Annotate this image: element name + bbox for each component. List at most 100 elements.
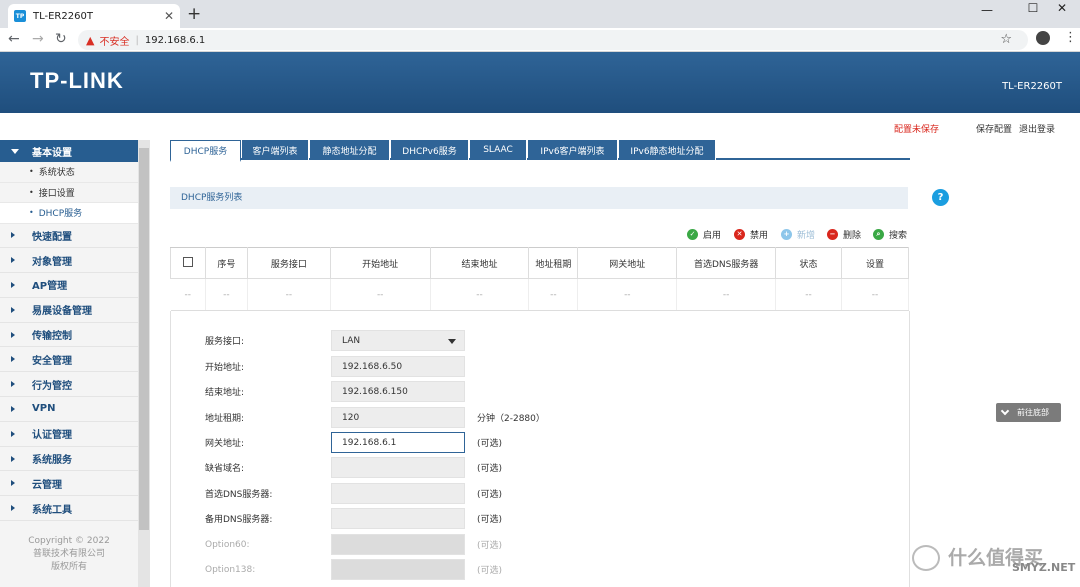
delete-label: 删除 bbox=[843, 230, 862, 241]
caret-right-icon bbox=[11, 430, 15, 437]
close-window-icon[interactable]: ✕ bbox=[1044, 2, 1080, 16]
back-icon[interactable]: ← bbox=[8, 31, 20, 47]
sidebar-item-device-mgmt[interactable]: 易展设备管理 bbox=[0, 298, 138, 323]
jump-to-bottom-button[interactable]: 前往底部 bbox=[996, 403, 1061, 422]
interface-select[interactable]: LAN bbox=[331, 330, 465, 351]
omnibox[interactable]: ▲ 不安全 | 192.168.6.1 ☆ bbox=[78, 30, 1028, 50]
domain-label: 缺省域名: bbox=[205, 464, 245, 474]
table-cell: -- bbox=[430, 278, 530, 311]
sidebar-item-behavior[interactable]: 行为管控 bbox=[0, 372, 138, 398]
sidebar-item-label: 行为管控 bbox=[32, 380, 72, 392]
url-text[interactable]: 192.168.6.1 bbox=[145, 35, 205, 46]
caret-right-icon bbox=[11, 405, 15, 412]
tab-ipv6-static-assign[interactable]: IPv6静态地址分配 bbox=[619, 140, 716, 160]
sidebar-subitem-dhcp[interactable]: • DHCP服务 bbox=[0, 203, 138, 224]
sidebar-item-quick-config[interactable]: 快速配置 bbox=[0, 224, 138, 249]
jump-label: 前往底部 bbox=[1017, 408, 1049, 417]
tab-close-icon[interactable]: ✕ bbox=[164, 9, 174, 23]
domain-input[interactable] bbox=[331, 457, 465, 478]
lease-input[interactable]: 120 bbox=[331, 407, 465, 428]
sidebar-item-label: 认证管理 bbox=[32, 430, 72, 442]
forward-icon[interactable]: → bbox=[32, 31, 44, 47]
disable-label: 禁用 bbox=[750, 230, 769, 241]
sidebar-item-auth[interactable]: 认证管理 bbox=[0, 422, 138, 447]
sidebar-subitem-interface[interactable]: • 接口设置 bbox=[0, 183, 138, 203]
sidebar-subitem-system-status[interactable]: • 系统状态 bbox=[0, 162, 138, 183]
gateway-hint: (可选) bbox=[477, 439, 503, 449]
unsaved-config-link[interactable]: 配置未保存 bbox=[894, 122, 939, 135]
option138-label: Option138: bbox=[205, 564, 256, 575]
dns2-input[interactable] bbox=[331, 508, 465, 529]
account-icon[interactable] bbox=[1036, 31, 1050, 45]
dns1-label: 首选DNS服务器: bbox=[205, 490, 273, 500]
select-all-checkbox[interactable] bbox=[182, 256, 193, 267]
sidebar-item-ap[interactable]: AP管理 bbox=[0, 273, 138, 298]
form-row-lease: 地址租期: 120 分钟（2-2880） bbox=[205, 407, 545, 428]
sidebar-group-basic-settings[interactable]: 基本设置 bbox=[0, 140, 138, 162]
tplink-logo: TP-LINK bbox=[30, 68, 124, 93]
dns2-label: 备用DNS服务器: bbox=[205, 515, 273, 525]
copyright-line: 版权所有 bbox=[50, 562, 87, 572]
sidebar-item-cloud[interactable]: 云管理 bbox=[0, 471, 138, 497]
minus-icon: − bbox=[827, 228, 838, 240]
sidebar-item-vpn[interactable]: VPN bbox=[0, 397, 138, 422]
gateway-input[interactable]: 192.168.6.1 bbox=[331, 432, 465, 453]
minimize-icon[interactable]: — bbox=[969, 4, 1005, 18]
x-icon: ✕ bbox=[734, 228, 745, 240]
dns1-input[interactable] bbox=[331, 483, 465, 504]
table-cell: -- bbox=[676, 278, 777, 311]
sidebar-item-label: 对象管理 bbox=[32, 256, 72, 268]
caret-right-icon bbox=[11, 455, 15, 462]
logout-link[interactable]: 退出登录 bbox=[1019, 122, 1055, 135]
sidebar-item-objects[interactable]: 对象管理 bbox=[0, 248, 138, 274]
tab-static-assign[interactable]: 静态地址分配 bbox=[310, 140, 390, 160]
sidebar-item-transfer[interactable]: 传输控制 bbox=[0, 323, 138, 348]
copyright-line: Copyright © 2022 bbox=[28, 536, 110, 546]
search-button[interactable]: ⌕ 搜索 bbox=[873, 228, 907, 241]
tab-slaac[interactable]: SLAAC bbox=[470, 140, 527, 160]
copyright-line: 普联技术有限公司 bbox=[32, 549, 105, 559]
new-tab-icon[interactable]: + bbox=[187, 4, 201, 24]
sidebar-subitem-label: 接口设置 bbox=[38, 188, 75, 199]
router-header: TP-LINK TL-ER2260T bbox=[0, 52, 1080, 113]
sidebar-scroll-thumb[interactable] bbox=[139, 148, 149, 530]
menu-icon[interactable]: ⋮ bbox=[1064, 30, 1077, 45]
end-address-input[interactable]: 192.168.6.150 bbox=[331, 381, 465, 402]
reload-icon[interactable]: ↻ bbox=[55, 31, 67, 47]
option60-label: Option60: bbox=[205, 539, 250, 550]
start-address-input[interactable]: 192.168.6.50 bbox=[331, 356, 465, 377]
enable-label: 启用 bbox=[703, 230, 722, 241]
sidebar-group-label: 基本设置 bbox=[32, 147, 72, 159]
sidebar-item-services[interactable]: 系统服务 bbox=[0, 447, 138, 472]
dropdown-arrow-icon bbox=[448, 339, 456, 344]
add-button[interactable]: + 新增 bbox=[781, 228, 815, 241]
dns1-hint: (可选) bbox=[477, 490, 503, 500]
sidebar-item-label: 安全管理 bbox=[32, 355, 72, 367]
browser-tab[interactable]: TP TL-ER2260T ✕ bbox=[8, 4, 180, 28]
tab-dhcpv6[interactable]: DHCPv6服务 bbox=[391, 140, 469, 160]
form-row-start: 开始地址: 192.168.6.50 bbox=[205, 356, 465, 377]
model-name: TL-ER2260T bbox=[1002, 81, 1062, 92]
delete-button[interactable]: − 删除 bbox=[827, 228, 862, 241]
browser-tab-bar: TP TL-ER2260T ✕ + — ☐ ✕ bbox=[0, 0, 1080, 28]
sidebar-item-tools[interactable]: 系统工具 bbox=[0, 496, 138, 522]
sidebar-item-security[interactable]: 安全管理 bbox=[0, 347, 138, 373]
table-cell: -- bbox=[528, 278, 579, 311]
enable-button[interactable]: ✓ 启用 bbox=[687, 228, 722, 241]
tab-client-list[interactable]: 客户端列表 bbox=[242, 140, 309, 160]
page-tabs: DHCP服务 客户端列表 静态地址分配 DHCPv6服务 SLAAC IPv6客… bbox=[170, 140, 910, 162]
warning-icon[interactable]: ▲ bbox=[86, 34, 94, 47]
tab-ipv6-client-list[interactable]: IPv6客户端列表 bbox=[528, 140, 618, 160]
save-config-link[interactable]: 保存配置 bbox=[976, 122, 1012, 135]
insecure-label[interactable]: 不安全 bbox=[99, 33, 129, 48]
star-icon[interactable]: ☆ bbox=[1000, 32, 1012, 47]
tab-dhcp-service[interactable]: DHCP服务 bbox=[170, 140, 241, 162]
disable-button[interactable]: ✕ 禁用 bbox=[734, 228, 769, 241]
caret-down-icon bbox=[11, 148, 19, 154]
caret-right-icon bbox=[11, 381, 15, 388]
watermark-url: SMYZ.NET bbox=[1012, 561, 1076, 574]
sidebar-item-label: AP管理 bbox=[32, 281, 68, 293]
table-row: -- -- -- -- -- -- -- -- -- -- bbox=[170, 278, 909, 311]
tab-title: TL-ER2260T bbox=[33, 10, 93, 22]
help-icon[interactable]: ? bbox=[932, 189, 949, 206]
